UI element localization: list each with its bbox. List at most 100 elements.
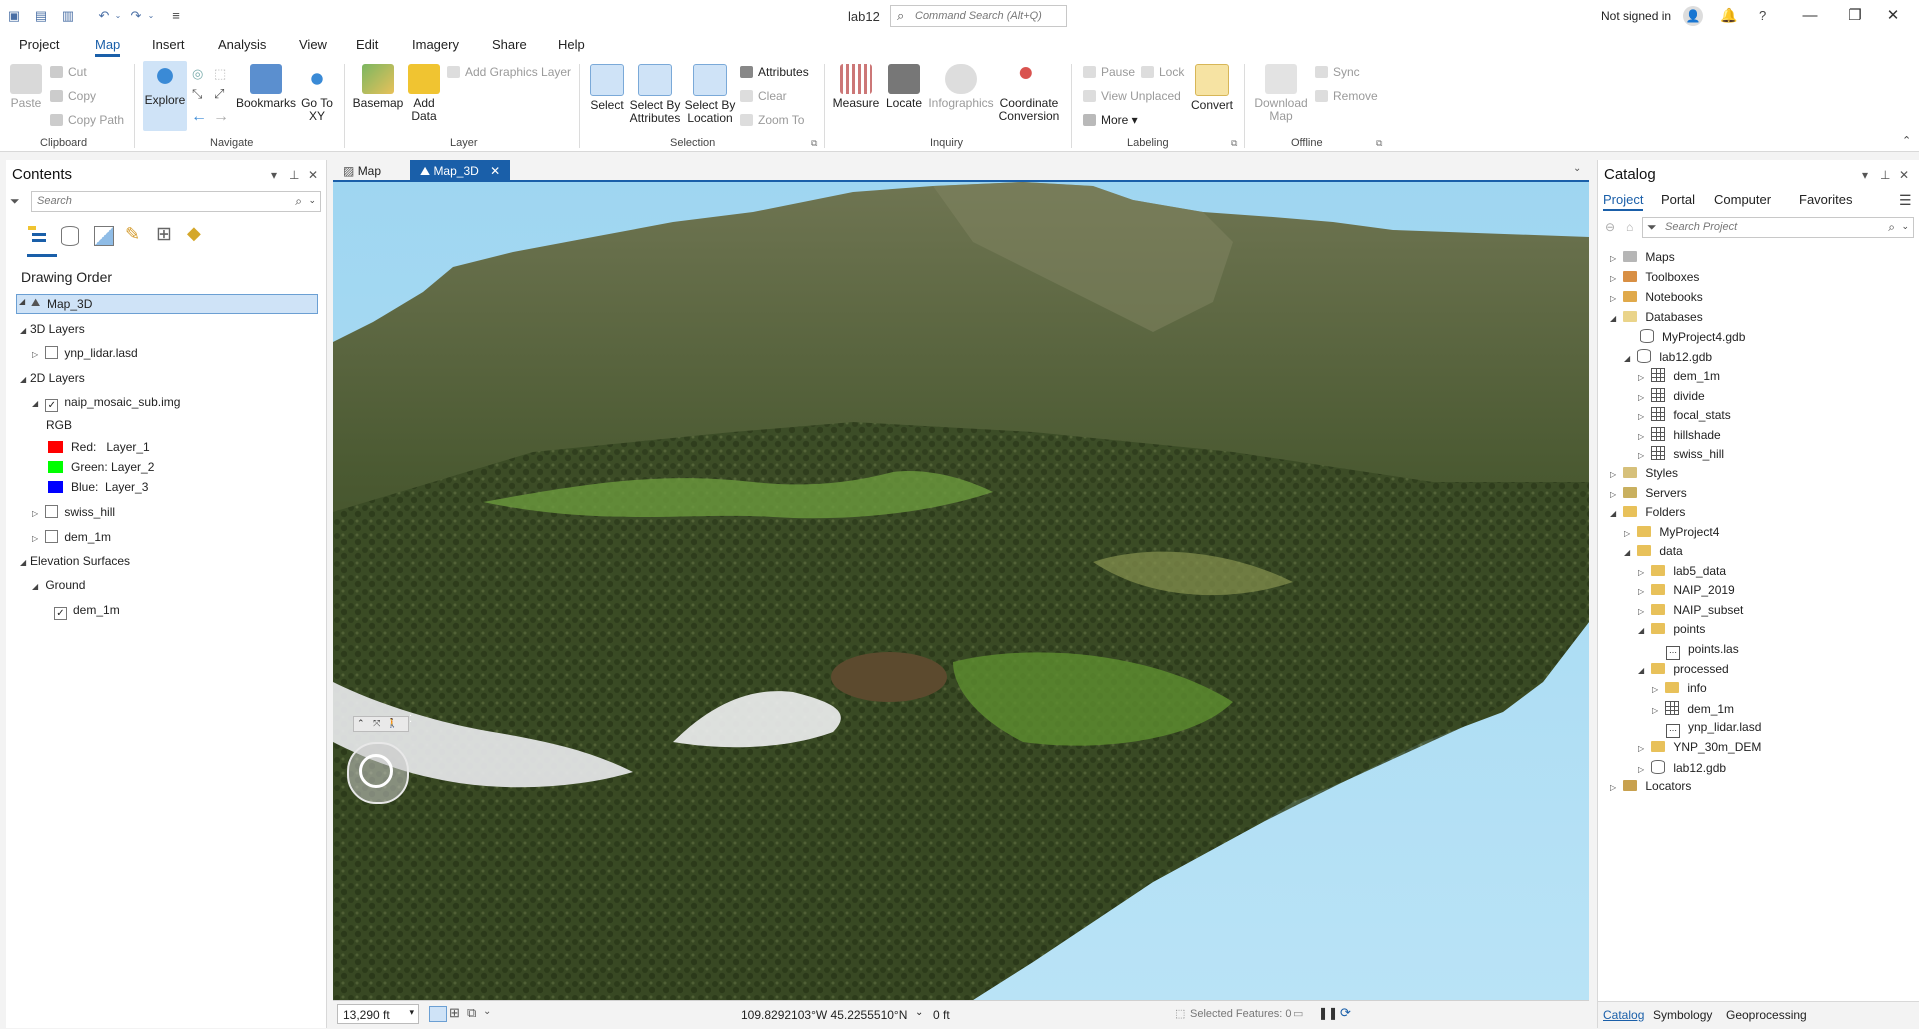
visibility-checkbox-checked[interactable]: ✓ bbox=[45, 399, 59, 412]
select-by-attributes-button[interactable]: Select By Attributes bbox=[628, 64, 682, 125]
catalog-item-swiss-hill[interactable]: ▷ swiss_hill bbox=[1638, 446, 1724, 461]
collapsed-triangle-icon[interactable]: ▷ bbox=[1638, 765, 1648, 774]
fixed-zoom-out-icon[interactable]: ⤢ bbox=[214, 86, 224, 102]
close-pane-icon[interactable]: ✕ bbox=[308, 168, 318, 182]
layer-dem-1m[interactable]: ▷ dem_1m bbox=[32, 530, 111, 544]
contents-search-input[interactable]: Search ⌕ ⌄ bbox=[31, 191, 321, 212]
collapsed-triangle-icon[interactable]: ▷ bbox=[1638, 587, 1648, 596]
group-2d-layers[interactable]: ◢ 2D Layers bbox=[20, 371, 85, 385]
view-unplaced-button[interactable]: View Unplaced bbox=[1083, 89, 1181, 103]
next-extent-icon[interactable]: → bbox=[213, 108, 229, 126]
filter-icon[interactable]: ⏷ bbox=[10, 194, 20, 209]
catalog-item-processed[interactable]: ◢ processed bbox=[1638, 662, 1729, 676]
collapsed-triangle-icon[interactable]: ▷ bbox=[1652, 685, 1662, 694]
expanded-triangle-icon[interactable]: ◢ bbox=[32, 399, 42, 408]
catalog-item-toolboxes[interactable]: ▷ Toolboxes bbox=[1610, 270, 1699, 284]
collapsed-triangle-icon[interactable]: ▷ bbox=[1610, 490, 1620, 499]
tab-share[interactable]: Share bbox=[492, 37, 527, 52]
copy-path-button[interactable]: Copy Path bbox=[50, 113, 124, 127]
zoom-to-button[interactable]: Zoom To bbox=[740, 113, 804, 127]
selection-options-icon[interactable]: ⧉ bbox=[811, 138, 817, 149]
back-icon[interactable]: ⊖ bbox=[1605, 220, 1615, 234]
collapsed-triangle-icon[interactable]: ▷ bbox=[32, 509, 42, 518]
catalog-item-folders[interactable]: ◢ Folders bbox=[1610, 505, 1685, 519]
layer-ynp-lidar[interactable]: ▷ ynp_lidar.lasd bbox=[32, 346, 138, 360]
list-by-selection-icon[interactable] bbox=[94, 226, 114, 246]
map-node-map-3d[interactable]: ◢ ⛰ Map_3D bbox=[16, 294, 318, 314]
list-by-drawing-order-icon[interactable] bbox=[28, 226, 50, 244]
expanded-triangle-icon[interactable]: ◢ bbox=[1610, 509, 1620, 518]
ground-dem-1m[interactable]: ✓ dem_1m bbox=[54, 603, 120, 620]
measure-button[interactable]: Measure bbox=[832, 64, 880, 110]
catalog-item-processed-dem-1m[interactable]: ▷ dem_1m bbox=[1652, 701, 1734, 716]
catalog-item-lab5-data[interactable]: ▷ lab5_data bbox=[1638, 564, 1726, 578]
navigator-options-icon[interactable]: ⁚ bbox=[409, 714, 412, 725]
download-map-button[interactable]: Download Map bbox=[1252, 64, 1310, 123]
catalog-item-info[interactable]: ▷ info bbox=[1652, 681, 1707, 695]
catalog-item-notebooks[interactable]: ▷ Notebooks bbox=[1610, 290, 1703, 304]
add-graphics-layer-button[interactable]: Add Graphics Layer bbox=[447, 65, 571, 79]
collapsed-triangle-icon[interactable]: ▷ bbox=[1610, 783, 1620, 792]
fixed-zoom-in-icon[interactable]: ⤡ bbox=[192, 86, 202, 102]
pin-icon[interactable]: ⊥ bbox=[289, 168, 299, 182]
catalog-tab-project[interactable]: Project bbox=[1603, 192, 1644, 211]
visibility-checkbox-checked[interactable]: ✓ bbox=[54, 607, 67, 620]
group-elevation-surfaces[interactable]: ◢ Elevation Surfaces bbox=[20, 554, 130, 568]
hamburger-menu-icon[interactable]: ☰ bbox=[1899, 192, 1912, 209]
locate-button[interactable]: Locate bbox=[882, 64, 926, 110]
layer-swiss-hill[interactable]: ▷ swiss_hill bbox=[32, 505, 115, 519]
collapse-ribbon-icon[interactable]: ⌃ bbox=[1902, 134, 1911, 147]
select-by-location-button[interactable]: Select By Location bbox=[684, 64, 736, 125]
pane-menu-icon[interactable]: ▾ bbox=[271, 168, 277, 182]
tab-imagery[interactable]: Imagery bbox=[412, 37, 459, 52]
paste-button[interactable]: Paste bbox=[8, 64, 44, 110]
save-project-icon[interactable]: ▥ bbox=[60, 8, 76, 24]
filter-icon[interactable]: ⏷ bbox=[1647, 220, 1657, 235]
visibility-checkbox[interactable] bbox=[45, 505, 59, 518]
expanded-triangle-icon[interactable]: ◢ bbox=[32, 582, 42, 591]
bottom-tab-geoprocessing[interactable]: Geoprocessing bbox=[1726, 1008, 1807, 1022]
collapsed-triangle-icon[interactable]: ▷ bbox=[1638, 412, 1648, 421]
catalog-item-ynp-lidar-lasd[interactable]: ⋯ ynp_lidar.lasd bbox=[1666, 720, 1761, 738]
catalog-item-points-las[interactable]: ⋯ points.las bbox=[1666, 642, 1739, 660]
pin-icon[interactable]: ⊥ bbox=[1880, 168, 1890, 182]
user-avatar-icon[interactable]: 👤 bbox=[1683, 6, 1703, 26]
catalog-item-hillshade[interactable]: ▷ hillshade bbox=[1638, 427, 1721, 442]
basemap-button[interactable]: Basemap bbox=[352, 64, 404, 110]
expanded-triangle-icon[interactable]: ◢ bbox=[1638, 666, 1648, 675]
refresh-icon[interactable]: ⟳ bbox=[1340, 1005, 1351, 1021]
pane-menu-icon[interactable]: ▾ bbox=[1862, 168, 1868, 182]
collapsed-triangle-icon[interactable]: ▷ bbox=[1624, 529, 1634, 538]
up-icon[interactable]: ⌂ bbox=[1626, 220, 1633, 234]
chevron-down-icon[interactable]: ⌄ bbox=[308, 195, 316, 206]
collapsed-triangle-icon[interactable]: ▷ bbox=[1638, 568, 1648, 577]
catalog-item-styles[interactable]: ▷ Styles bbox=[1610, 466, 1678, 480]
explore-button[interactable]: Explore bbox=[143, 61, 187, 131]
grid-icon[interactable]: ⊞ bbox=[449, 1005, 460, 1021]
terrain-scene[interactable] bbox=[333, 182, 1589, 1000]
group-3d-layers[interactable]: ◢ 3D Layers bbox=[20, 322, 85, 336]
attributes-button[interactable]: Attributes bbox=[740, 65, 809, 79]
sync-button[interactable]: Sync bbox=[1315, 65, 1360, 79]
catalog-tab-portal[interactable]: Portal bbox=[1661, 192, 1695, 207]
catalog-tab-computer[interactable]: Computer bbox=[1714, 192, 1771, 207]
catalog-item-databases[interactable]: ◢ Databases bbox=[1610, 310, 1703, 324]
catalog-item-naip-subset[interactable]: ▷ NAIP_subset bbox=[1638, 603, 1743, 617]
coordinate-conversion-button[interactable]: Coordinate Conversion bbox=[996, 64, 1062, 123]
cut-button[interactable]: Cut bbox=[50, 65, 87, 79]
chevron-down-icon[interactable]: ▾ bbox=[409, 1007, 414, 1018]
open-project-icon[interactable]: ▤ bbox=[33, 8, 49, 24]
clear-selection-button[interactable]: Clear bbox=[740, 89, 787, 103]
go-to-xy-button[interactable]: Go To XY bbox=[300, 64, 334, 123]
navigator-toolbar[interactable]: ⌃ ⤧ 🚶 bbox=[353, 716, 409, 732]
catalog-item-maps[interactable]: ▷ Maps bbox=[1610, 250, 1675, 264]
expanded-triangle-icon[interactable]: ◢ bbox=[20, 326, 30, 335]
more-labeling-button[interactable]: More ▾ bbox=[1083, 113, 1138, 127]
group-ground[interactable]: ◢ Ground bbox=[32, 578, 85, 592]
collapsed-triangle-icon[interactable]: ▷ bbox=[32, 350, 42, 359]
select-button[interactable]: Select bbox=[586, 64, 628, 112]
collapsed-triangle-icon[interactable]: ▷ bbox=[1638, 451, 1648, 460]
collapsed-triangle-icon[interactable]: ▷ bbox=[1638, 393, 1648, 402]
add-data-button[interactable]: Add Data bbox=[404, 64, 444, 123]
sign-in-status[interactable]: Not signed in bbox=[1601, 9, 1671, 23]
